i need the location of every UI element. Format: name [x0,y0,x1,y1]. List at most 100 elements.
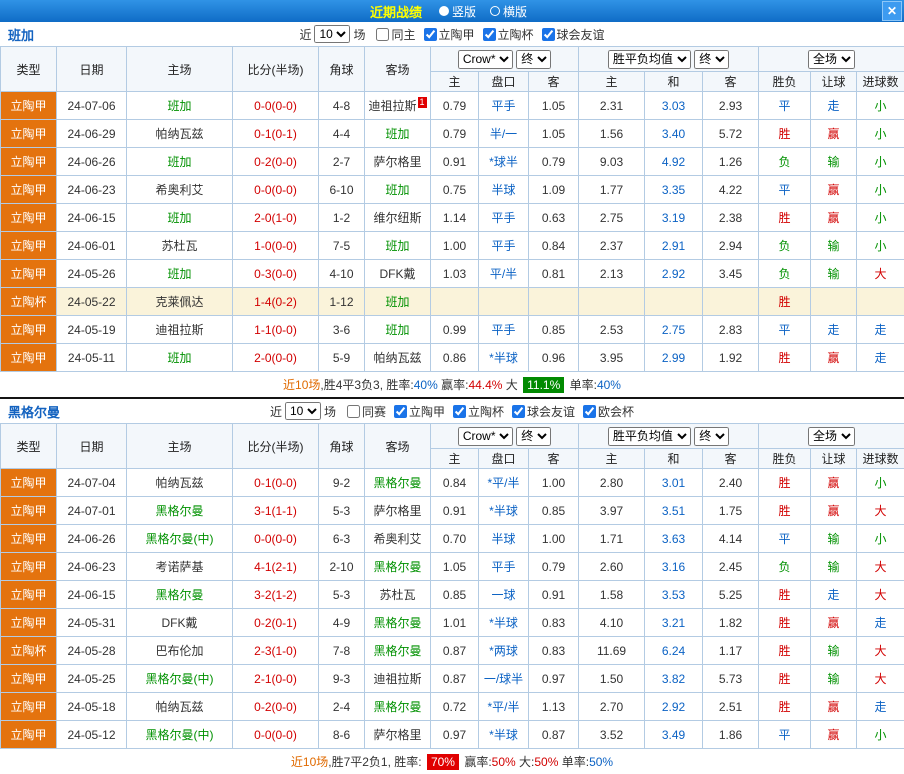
summary-highlight: 11.1% [523,377,564,393]
odds-company-select[interactable]: Crow* [458,427,513,446]
filter-checkbox[interactable]: 立陶甲 [394,403,445,420]
away-odds: 0.63 [529,204,579,232]
filter-checkbox[interactable]: 球会友谊 [512,403,575,420]
result: 胜 [759,609,811,637]
checkbox-input[interactable] [542,28,555,41]
filter-checkbox[interactable]: 球会友谊 [542,26,605,43]
home-odds: 0.72 [431,693,479,721]
result: 负 [759,553,811,581]
filter-checkbox[interactable]: 欧会杯 [583,403,634,420]
avg-final-select[interactable]: 终 [694,427,729,446]
layout-horizontal-radio[interactable]: 横版 [490,3,527,20]
win-odds: 2.13 [579,260,645,288]
odds-final-select[interactable]: 终 [516,427,551,446]
result: 胜 [759,120,811,148]
lose-odds: 1.17 [703,637,759,665]
filter-checkbox[interactable]: 立陶甲 [424,26,475,43]
win-odds: 9.03 [579,148,645,176]
handicap: 平/半 [479,260,529,288]
away-odds: 0.85 [529,316,579,344]
handicap-result: 走 [811,316,857,344]
close-button[interactable]: ✕ [882,1,902,21]
home-odds: 0.84 [431,469,479,497]
layout-vertical-label: 竖版 [452,3,476,20]
lose-odds: 4.14 [703,525,759,553]
match-date: 24-07-06 [57,92,127,120]
checkbox-label: 同主 [391,26,415,43]
match-table: 类型 日期 主场 比分(半场) 角球 客场 Crow* 终 胜平负均值 终 [0,423,904,749]
team-name: 班加 [8,25,34,44]
away-team: 萨尔格里 [365,497,431,525]
recent-count-select[interactable]: 10 [285,402,321,420]
home-team: DFK戴 [127,609,233,637]
result: 负 [759,232,811,260]
checkbox-input[interactable] [583,405,596,418]
league-type: 立陶甲 [1,721,57,749]
fulltime-select[interactable]: 全场 [808,427,855,446]
col-type: 类型 [1,424,57,469]
games-label: 场 [353,26,365,43]
odds-group-header: Crow* 终 [431,47,579,72]
home-odds: 0.70 [431,525,479,553]
goals-result: 小 [857,148,904,176]
away-team: 萨尔格里 [365,148,431,176]
avg-final-select[interactable]: 终 [694,50,729,69]
checkbox-input[interactable] [424,28,437,41]
filter-checkbox[interactable]: 立陶杯 [483,26,534,43]
odds-final-select[interactable]: 终 [516,50,551,69]
checkbox-input[interactable] [483,28,496,41]
home-team: 黑格尔曼(中) [127,721,233,749]
lose-odds: 2.40 [703,469,759,497]
home-team: 迪祖拉斯 [127,316,233,344]
avg-select[interactable]: 胜平负均值 [608,427,691,446]
win-odds: 1.56 [579,120,645,148]
checkbox-label: 球会友谊 [527,403,575,420]
summary-text: 40% [414,378,438,392]
win-odds: 4.10 [579,609,645,637]
checkbox-input[interactable] [512,405,525,418]
rank-badge: 1 [418,97,427,108]
section-head: 班加 近 10 场 同主立陶甲立陶杯球会友谊 [0,22,904,46]
away-team: 黑格尔曼 [365,637,431,665]
handicap-result: 输 [811,148,857,176]
odds-company-select[interactable]: Crow* [458,50,513,69]
filter-checkbox[interactable]: 立陶杯 [453,403,504,420]
corners: 2-4 [319,693,365,721]
filter-checkbox[interactable]: 同主 [376,26,415,43]
checkbox-input[interactable] [453,405,466,418]
win-odds: 3.95 [579,344,645,372]
checkbox-label: 立陶杯 [498,26,534,43]
checkbox-input[interactable] [376,28,389,41]
handicap: *半球 [479,497,529,525]
checkbox-input[interactable] [347,405,360,418]
handicap: *平/半 [479,693,529,721]
lose-odds: 5.73 [703,665,759,693]
lose-odds: 2.45 [703,553,759,581]
col-goals: 进球数 [857,449,904,469]
col-draw: 和 [645,72,703,92]
goals-result: 小 [857,120,904,148]
avg-select[interactable]: 胜平负均值 [608,50,691,69]
match-row: 立陶甲24-07-06班加0-0(0-0)4-8迪祖拉斯10.79平手1.052… [1,92,904,120]
fulltime-select[interactable]: 全场 [808,50,855,69]
recent-count-select[interactable]: 10 [314,25,350,43]
away-odds: 0.79 [529,148,579,176]
home-odds: 0.87 [431,665,479,693]
goals-result: 大 [857,553,904,581]
goals-result: 大 [857,637,904,665]
league-type: 立陶甲 [1,148,57,176]
away-odds: 0.97 [529,665,579,693]
match-date: 24-06-26 [57,148,127,176]
result: 胜 [759,693,811,721]
match-date: 24-05-22 [57,288,127,316]
away-odds: 0.83 [529,637,579,665]
handicap-result [811,288,857,316]
away-odds: 1.05 [529,92,579,120]
match-date: 24-06-23 [57,553,127,581]
layout-vertical-radio[interactable]: 竖版 [439,3,476,20]
summary-text: ,胜4平3负3, 胜率: [320,376,413,393]
checkbox-input[interactable] [394,405,407,418]
score: 2-0(0-0) [233,344,319,372]
win-odds: 1.71 [579,525,645,553]
filter-checkbox[interactable]: 同赛 [347,403,386,420]
